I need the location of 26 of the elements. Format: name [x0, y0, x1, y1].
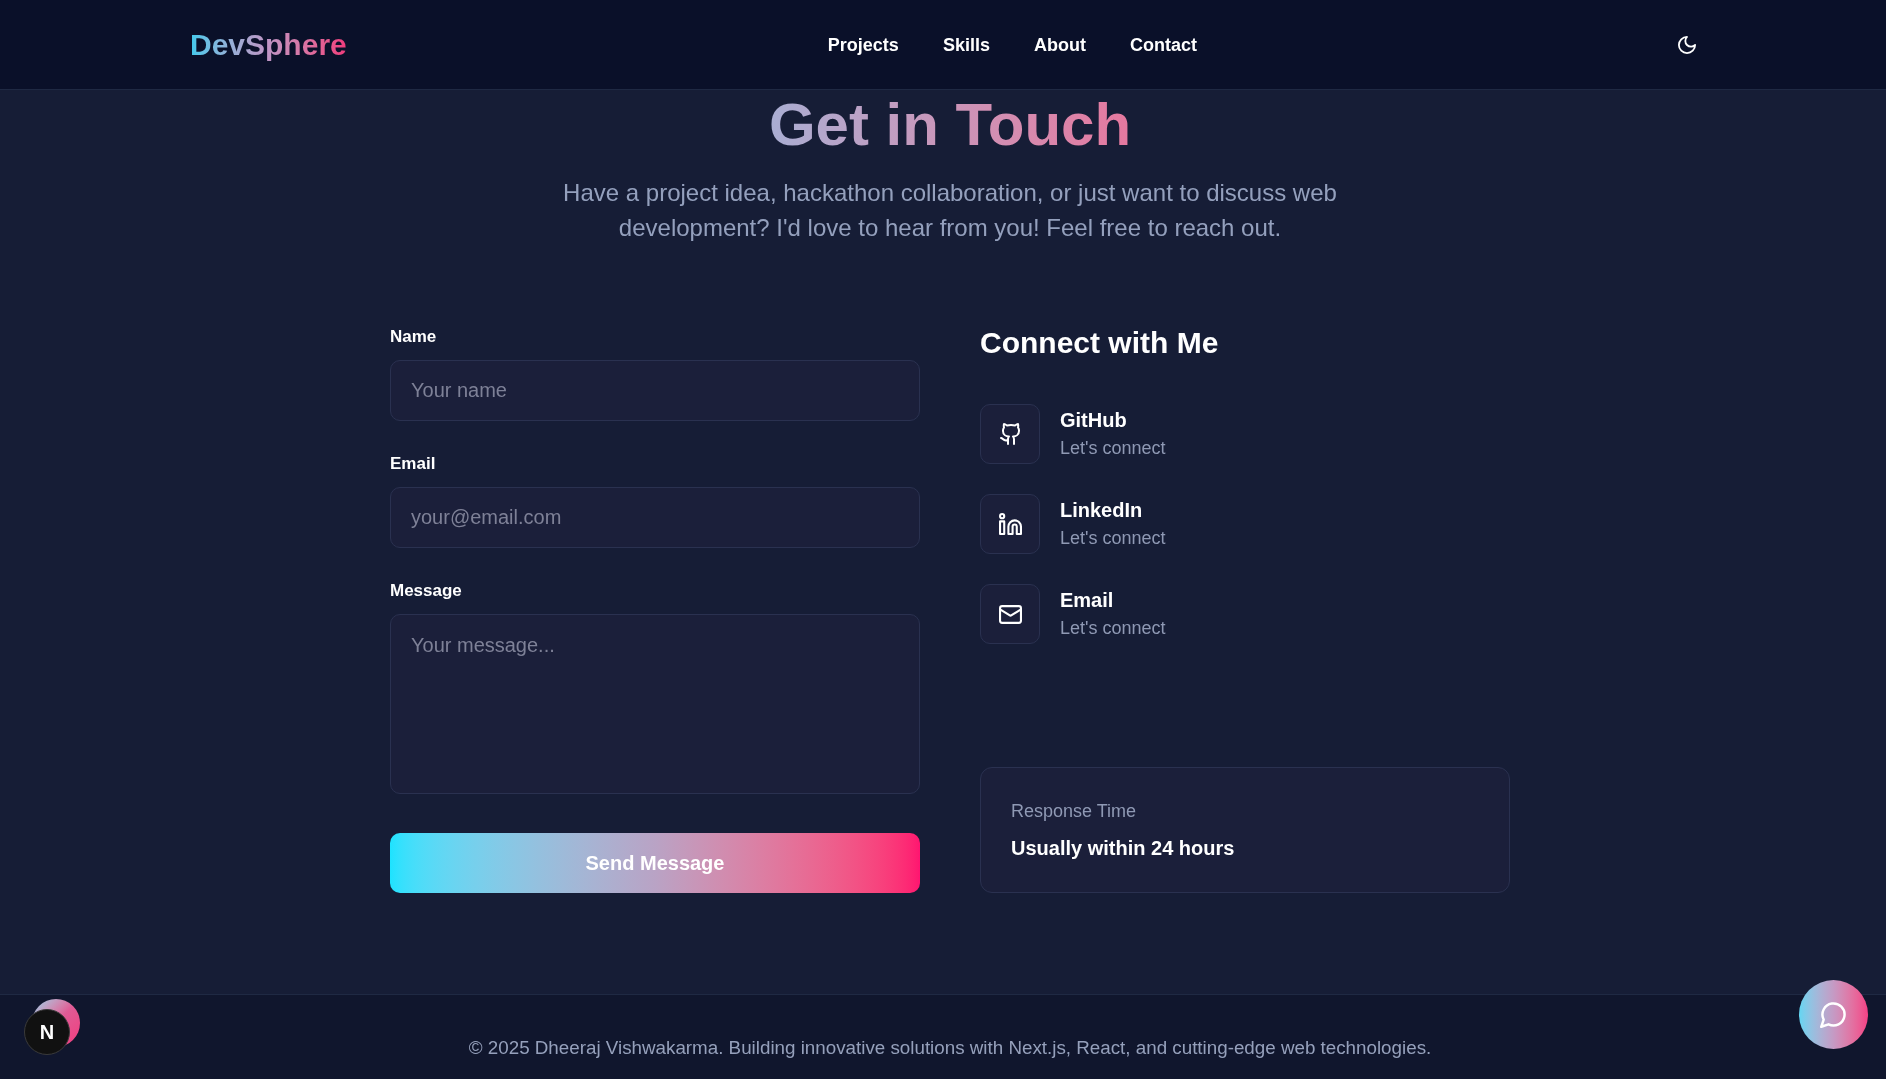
card-label: Response Time — [1011, 800, 1138, 823]
input-field[interactable]: your@email.com — [390, 487, 920, 548]
nav-link[interactable]: Contact — [1129, 32, 1197, 57]
linkedin-icon[interactable] — [980, 494, 1040, 554]
section-heading: Connect with Me — [980, 325, 1220, 361]
nav-link[interactable]: Skills — [942, 32, 990, 57]
moon-icon[interactable] — [1678, 35, 1696, 54]
link-title: LinkedIn — [1060, 498, 1144, 523]
footer-text: © 2025 Dheeraj Vishwakarma. Building innovative solutions with Next.js, React, and cutting-edge web technologies. — [468, 1036, 1432, 1060]
nav-link[interactable]: About — [1033, 32, 1086, 57]
field-label: Message — [390, 580, 463, 602]
card-value: Usually within 24 hours — [1011, 836, 1236, 861]
mail-icon[interactable] — [980, 584, 1040, 644]
page-subtitle: Have a project idea, hackathon collaboration, or just want to discuss web development? I'd love to hear from you! Feel free to reach out. — [562, 178, 1338, 243]
link-subtitle: Let's connect — [1060, 617, 1166, 640]
link-title: GitHub — [1060, 408, 1128, 433]
nav-link[interactable]: Projects — [827, 32, 899, 57]
link-title: Email — [1060, 588, 1115, 613]
chat-bubble-icon — [1820, 1001, 1847, 1028]
field-label: Name — [390, 326, 438, 348]
input-field[interactable]: Your name — [390, 360, 920, 421]
link-subtitle: Let's connect — [1060, 437, 1166, 460]
link-subtitle: Let's connect — [1060, 527, 1166, 550]
text-area-field[interactable]: Your message... — [390, 614, 920, 794]
github-icon[interactable] — [980, 404, 1040, 464]
field-label: Email — [390, 453, 437, 475]
